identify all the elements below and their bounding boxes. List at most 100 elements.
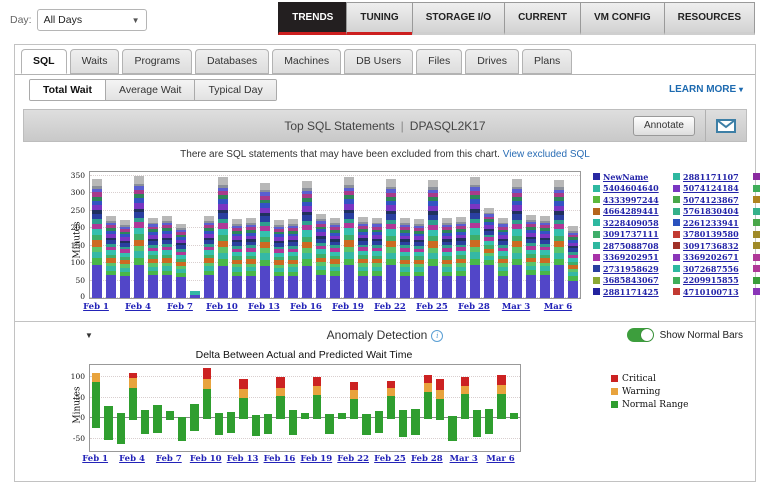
stacked-bar[interactable] — [386, 179, 396, 298]
anomaly-bar-negative[interactable] — [509, 418, 518, 420]
stacked-bar[interactable] — [540, 215, 550, 298]
legend-item[interactable]: 5761830404 — [673, 206, 751, 218]
x-tick-link[interactable]: Feb 25 — [416, 302, 448, 312]
anomaly-bar-positive[interactable] — [190, 403, 199, 419]
show-normal-bars-toggle[interactable] — [626, 328, 654, 342]
stacked-bar[interactable] — [218, 177, 228, 298]
learn-more-link[interactable]: LEARN MORE ▾ — [669, 84, 743, 95]
stacked-bar[interactable] — [106, 215, 116, 298]
anomaly-bar-positive[interactable] — [104, 405, 113, 419]
stacked-bar[interactable] — [456, 216, 466, 298]
nav-tab-vm-config[interactable]: VM CONFIG — [579, 2, 665, 35]
anomaly-bar-positive[interactable] — [313, 376, 322, 419]
anomaly-bar-positive[interactable] — [128, 373, 138, 419]
legend-item[interactable]: 2209915855 — [673, 275, 751, 287]
x-tick-link[interactable]: Mar 3 — [450, 454, 478, 464]
anomaly-bar-negative[interactable] — [178, 418, 187, 441]
anomaly-bar-negative[interactable] — [411, 418, 420, 435]
legend-item[interactable]: 2731958629 — [593, 263, 671, 275]
stacked-bar[interactable] — [330, 218, 340, 298]
anomaly-bar-positive[interactable] — [386, 380, 396, 419]
anomaly-bar-positive[interactable] — [202, 368, 211, 419]
anomaly-bar-positive[interactable] — [288, 410, 297, 419]
tab-drives[interactable]: Drives — [465, 49, 520, 74]
legend-item-truncated[interactable] — [753, 206, 765, 218]
tab-plans[interactable]: Plans — [522, 49, 573, 74]
legend-item[interactable]: 4710100713 — [673, 286, 751, 298]
anomaly-bar-negative[interactable] — [214, 418, 224, 435]
legend-item-truncated[interactable] — [753, 286, 765, 298]
anomaly-bar-negative[interactable] — [128, 418, 138, 421]
stacked-bar[interactable] — [162, 215, 172, 298]
nav-tab-tuning[interactable]: TUNING — [346, 2, 413, 35]
legend-item-truncated[interactable] — [753, 217, 765, 229]
legend-item-truncated[interactable] — [753, 194, 765, 206]
anomaly-bar-positive[interactable] — [276, 377, 285, 419]
stacked-bar[interactable] — [400, 218, 410, 298]
x-tick-link[interactable]: Feb 13 — [227, 454, 259, 464]
anomaly-bar-negative[interactable] — [386, 418, 396, 420]
x-tick-link[interactable]: Feb 1 — [82, 454, 108, 464]
stacked-bar[interactable] — [274, 220, 284, 298]
anomaly-bar-negative[interactable] — [423, 418, 432, 420]
stacked-bar[interactable] — [302, 180, 312, 298]
stacked-bar[interactable] — [232, 219, 242, 298]
anomaly-bar-positive[interactable] — [165, 410, 174, 419]
anomaly-bar-negative[interactable] — [276, 418, 285, 420]
stacked-bar[interactable] — [344, 177, 354, 298]
stacked-bar[interactable] — [512, 179, 522, 298]
stacked-bar[interactable] — [358, 216, 368, 298]
info-icon[interactable]: i — [431, 330, 444, 342]
anomaly-bar-positive[interactable] — [436, 379, 445, 419]
anomaly-bar-negative[interactable] — [337, 418, 346, 420]
anomaly-bar-negative[interactable] — [92, 418, 101, 429]
x-tick-link[interactable]: Feb 16 — [290, 302, 322, 312]
legend-item[interactable]: 3228409058 — [593, 217, 671, 229]
anomaly-bar-negative[interactable] — [300, 418, 310, 420]
legend-item-truncated[interactable] — [753, 229, 765, 241]
x-tick-link[interactable]: Feb 19 — [332, 302, 364, 312]
stacked-bar[interactable] — [526, 214, 536, 298]
x-tick-link[interactable]: Feb 4 — [125, 302, 151, 312]
subtab-typical-day[interactable]: Typical Day — [194, 80, 276, 100]
legend-item[interactable]: 5074124184 — [673, 183, 751, 195]
x-tick-link[interactable]: Feb 28 — [458, 302, 490, 312]
x-tick-link[interactable]: Mar 6 — [486, 454, 514, 464]
anomaly-bar-negative[interactable] — [497, 418, 506, 420]
legend-item[interactable]: NewName — [593, 171, 671, 183]
anomaly-bar-negative[interactable] — [350, 418, 359, 420]
stacked-bar[interactable] — [92, 179, 102, 298]
anomaly-bar-negative[interactable] — [448, 418, 457, 441]
anomaly-bar-positive[interactable] — [141, 410, 150, 419]
legend-item-truncated[interactable] — [753, 275, 765, 287]
anomaly-bar-negative[interactable] — [165, 418, 174, 420]
legend-item[interactable]: 5404604640 — [593, 183, 671, 195]
stacked-bar[interactable] — [260, 182, 270, 298]
anomaly-bar-negative[interactable] — [239, 418, 248, 420]
x-tick-link[interactable]: Feb 1 — [83, 302, 109, 312]
anomaly-bar-positive[interactable] — [472, 410, 482, 419]
legend-item[interactable]: 3369202671 — [673, 252, 751, 264]
tab-files[interactable]: Files — [416, 49, 463, 74]
stacked-bar[interactable] — [176, 223, 186, 298]
anomaly-bar-negative[interactable] — [251, 418, 260, 436]
anomaly-bar-negative[interactable] — [313, 418, 322, 420]
anomaly-bar-positive[interactable] — [399, 410, 408, 419]
stacked-bar[interactable] — [372, 217, 382, 298]
stacked-bar[interactable] — [134, 176, 144, 298]
x-tick-link[interactable]: Mar 6 — [544, 302, 572, 312]
stacked-bar[interactable] — [288, 219, 298, 298]
x-tick-link[interactable]: Feb 10 — [190, 454, 222, 464]
tab-programs[interactable]: Programs — [122, 49, 192, 74]
anomaly-bar-negative[interactable] — [436, 418, 445, 421]
annotate-button[interactable]: Annotate — [632, 115, 695, 136]
anomaly-bar-negative[interactable] — [190, 418, 199, 431]
email-icon[interactable] — [716, 118, 736, 133]
stacked-bar[interactable] — [148, 217, 158, 298]
legend-item[interactable]: 2881171107 — [673, 171, 751, 183]
legend-item[interactable]: 4664289441 — [593, 206, 671, 218]
nav-tab-current[interactable]: CURRENT — [504, 2, 581, 35]
view-excluded-sql-link[interactable]: View excluded SQL — [503, 149, 590, 160]
tab-db-users[interactable]: DB Users — [344, 49, 414, 74]
stacked-bar[interactable] — [204, 215, 214, 298]
